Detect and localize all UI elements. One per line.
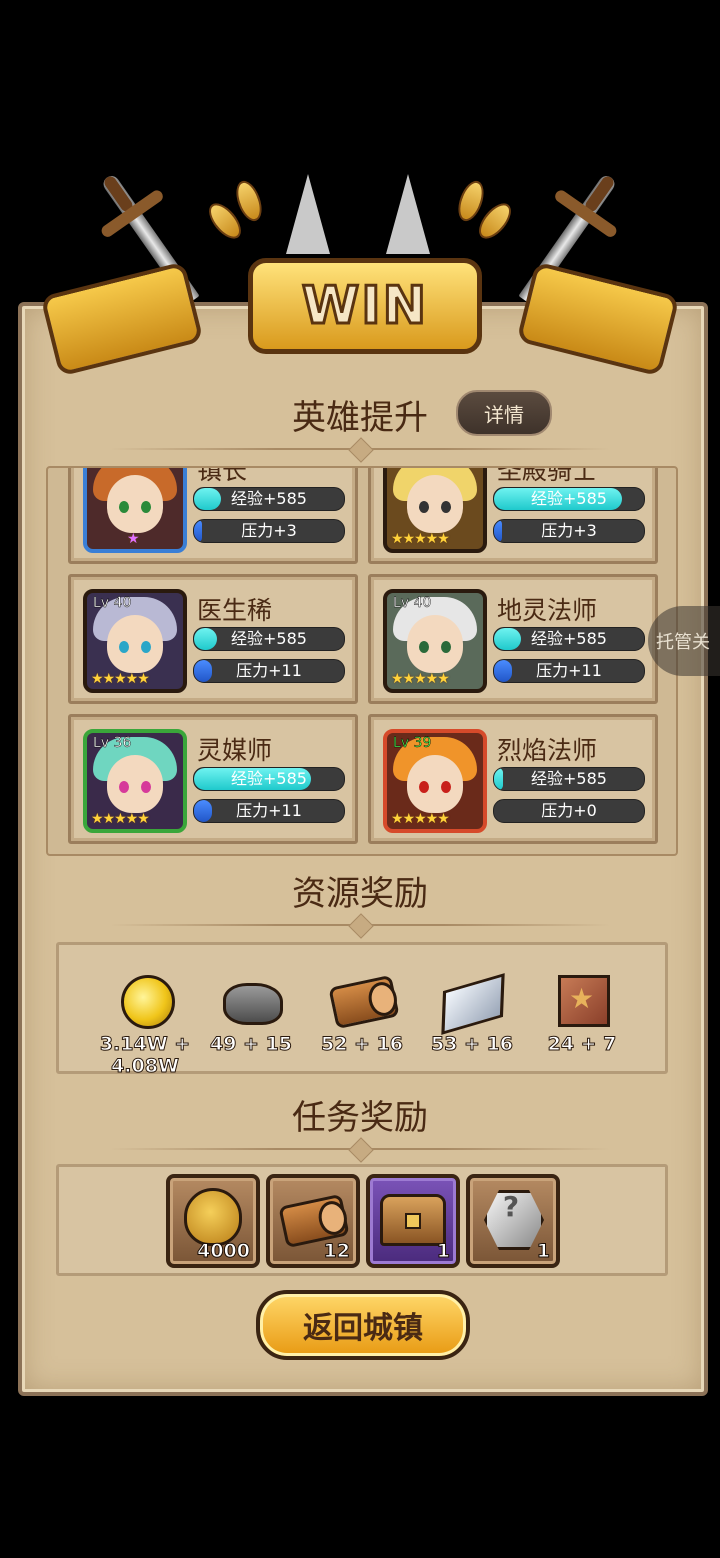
- hero-list[interactable]: ★ 镇长 经验+585 压力+3 ★★★★★ 圣殿骑士 经验+585 压力+3 …: [46, 466, 678, 856]
- hero-name: 灵媒师: [197, 736, 273, 765]
- right-spear-icon: [386, 174, 430, 254]
- reward-count: 12: [323, 1240, 350, 1263]
- resource-amount: 49 + 15: [209, 1033, 293, 1056]
- resource-reward-box: 3.14W + 4.08W 49 + 15 52 + 16 53 + 16 24…: [56, 942, 668, 1078]
- hero-level: Lv 40: [93, 595, 132, 611]
- hero-card[interactable]: Lv 40 ★★★★★ 地灵法师 经验+585 压力+11: [368, 574, 658, 704]
- exp-bar: 经验+585: [193, 627, 345, 651]
- task-section-title: 任务奖励: [292, 1098, 428, 1138]
- return-to-town-button[interactable]: 返回城镇: [256, 1290, 470, 1360]
- resource-item: 24 + 7: [522, 945, 642, 1071]
- reward-slot[interactable]: 12: [266, 1174, 360, 1268]
- exp-bar: 经验+585: [193, 767, 345, 791]
- resource-item: 53 + 16: [412, 945, 532, 1071]
- leather-scroll-icon: [558, 975, 610, 1027]
- hero-card[interactable]: ★★★★★ 圣殿骑士 经验+585 压力+3: [368, 466, 658, 564]
- hero-avatar: ★: [83, 468, 187, 553]
- pressure-bar: 压力+11: [193, 799, 345, 823]
- stone-icon: [223, 983, 283, 1025]
- gold-coin-icon: [121, 975, 175, 1029]
- reward-count: 1: [536, 1240, 550, 1263]
- pressure-bar: 压力+0: [493, 799, 645, 823]
- hero-avatar: Lv 39 ★★★★★: [383, 729, 487, 833]
- hero-name: 镇长: [197, 466, 248, 485]
- section-divider: [110, 1148, 610, 1150]
- star-rating: ★: [127, 531, 140, 547]
- hero-name: 医生稀: [197, 596, 273, 625]
- resource-item: 49 + 15: [191, 945, 311, 1071]
- reward-slot[interactable]: 4000: [166, 1174, 260, 1268]
- resource-amount: 52 + 16: [320, 1033, 404, 1056]
- star-rating: ★★★★★: [91, 811, 150, 827]
- exp-bar: 经验+585: [493, 767, 645, 791]
- win-ribbon: WIN: [40, 258, 680, 377]
- hero-avatar: Lv 40 ★★★★★: [383, 589, 487, 693]
- hero-name: 地灵法师: [497, 596, 598, 625]
- hero-card[interactable]: Lv 36 ★★★★★ 灵媒师 经验+585 压力+11: [68, 714, 358, 844]
- iron-ingot-icon: [441, 973, 505, 1035]
- star-rating: ★★★★★: [391, 531, 450, 547]
- hero-card[interactable]: Lv 39 ★★★★★ 烈焰法师 经验+585 压力+0: [368, 714, 658, 844]
- reward-count: 1: [436, 1240, 450, 1263]
- details-button[interactable]: 详情: [456, 390, 552, 436]
- pressure-bar: 压力+3: [493, 519, 645, 543]
- exp-bar: 经验+585: [193, 487, 345, 511]
- hero-avatar: ★★★★★: [383, 468, 487, 553]
- hero-avatar: Lv 40 ★★★★★: [83, 589, 187, 693]
- hero-level: Lv 36: [93, 735, 132, 751]
- hero-section-title: 英雄提升: [292, 398, 428, 438]
- section-divider: [110, 924, 610, 926]
- hero-name: 烈焰法师: [497, 736, 598, 765]
- auto-play-toggle[interactable]: 托管关: [648, 606, 720, 676]
- win-title: WIN: [300, 275, 429, 338]
- resource-amount: 24 + 7: [547, 1033, 617, 1056]
- resource-item: 52 + 16: [302, 945, 422, 1071]
- pressure-bar: 压力+11: [493, 659, 645, 683]
- reward-slot[interactable]: ? 1: [466, 1174, 560, 1268]
- left-spear-icon: [286, 174, 330, 254]
- task-reward-box: [56, 1164, 668, 1276]
- resource-amount: 53 + 16: [430, 1033, 514, 1056]
- gold-bag-icon: [184, 1188, 242, 1246]
- resource-section-title: 资源奖励: [292, 874, 428, 914]
- star-rating: ★★★★★: [91, 671, 150, 687]
- pressure-bar: 压力+11: [193, 659, 345, 683]
- hero-level: Lv 39: [393, 735, 432, 751]
- hero-card[interactable]: Lv 40 ★★★★★ 医生稀 经验+585 压力+11: [68, 574, 358, 704]
- exp-bar: 经验+585: [493, 487, 645, 511]
- hero-avatar: Lv 36 ★★★★★: [83, 729, 187, 833]
- exp-bar: 经验+585: [493, 627, 645, 651]
- star-rating: ★★★★★: [391, 811, 450, 827]
- hero-name: 圣殿骑士: [497, 466, 598, 485]
- section-divider: [110, 448, 610, 450]
- hero-level: Lv 40: [393, 595, 432, 611]
- wood-log-icon: [328, 974, 400, 1030]
- reward-count: 4000: [197, 1240, 251, 1263]
- resource-item: 3.14W + 4.08W: [85, 945, 205, 1078]
- hero-card[interactable]: ★ 镇长 经验+585 压力+3: [68, 466, 358, 564]
- pressure-bar: 压力+3: [193, 519, 345, 543]
- star-rating: ★★★★★: [391, 671, 450, 687]
- reward-slot[interactable]: 1: [366, 1174, 460, 1268]
- treasure-chest-icon: [380, 1194, 446, 1246]
